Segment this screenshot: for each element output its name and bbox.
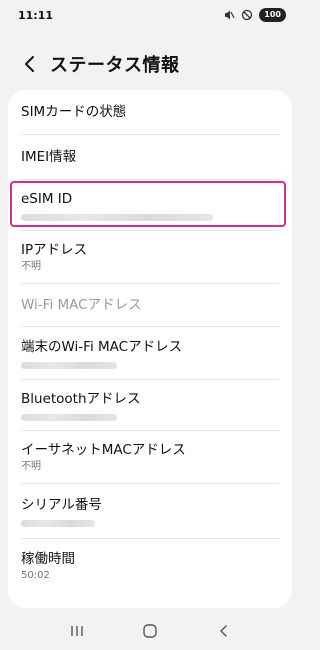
redacted-value xyxy=(21,213,213,221)
row-label: eSIM ID xyxy=(21,190,73,207)
row-label: シリアル番号 xyxy=(21,496,102,513)
row-value: 不明 xyxy=(21,461,41,472)
redacted-value xyxy=(21,413,117,421)
recent-apps-button[interactable] xyxy=(62,619,92,643)
list-item-ethernet-mac[interactable]: イーサネットMACアドレス 不明 xyxy=(8,431,292,483)
list-item-uptime[interactable]: 稼働時間 50:02 xyxy=(8,539,292,593)
back-button[interactable] xyxy=(16,50,44,78)
list-item-device-wifi-mac[interactable]: 端末のWi-Fi MACアドレス xyxy=(8,327,292,379)
row-label: 稼働時間 xyxy=(21,551,75,567)
redacted-value xyxy=(21,519,95,527)
row-label: SIMカードの状態 xyxy=(21,104,127,120)
row-label: IPアドレス xyxy=(21,242,88,258)
row-label: Wi-Fi MACアドレス xyxy=(21,297,142,313)
nav-back-button[interactable] xyxy=(208,619,238,643)
battery-icon: 100 xyxy=(259,8,286,22)
page-title: ステータス情報 xyxy=(50,55,180,76)
chevron-left-icon xyxy=(25,56,34,72)
list-item-ip-address[interactable]: IPアドレス 不明 xyxy=(8,231,292,283)
home-icon xyxy=(143,624,157,638)
header: ステータス情報 xyxy=(0,44,300,84)
mute-icon xyxy=(223,9,235,21)
list-item-bluetooth[interactable]: Bluetoothアドレス xyxy=(8,380,292,430)
back-icon xyxy=(220,625,228,637)
list-item-serial-number[interactable]: シリアル番号 xyxy=(8,484,292,538)
do-not-disturb-icon xyxy=(241,9,253,21)
list-item-wifi-mac: Wi-Fi MACアドレス xyxy=(8,284,292,326)
row-value: 50:02 xyxy=(21,570,50,581)
recent-apps-icon xyxy=(70,626,83,636)
redacted-value xyxy=(21,361,117,369)
row-label: 端末のWi-Fi MACアドレス xyxy=(21,338,183,355)
status-bar: 11:11 100 xyxy=(0,0,300,30)
home-button[interactable] xyxy=(135,619,165,643)
row-label: Bluetoothアドレス xyxy=(21,390,141,407)
row-label: イーサネットMACアドレス xyxy=(21,442,186,458)
status-time: 11:11 xyxy=(18,8,54,22)
row-label: IMEI情報 xyxy=(21,149,77,165)
list-item-sim-status[interactable]: SIMカードの状態 xyxy=(8,90,292,134)
list-item-imei[interactable]: IMEI情報 xyxy=(8,135,292,179)
status-info-list: SIMカードの状態 IMEI情報 eSIM ID IPアドレス 不明 Wi-Fi… xyxy=(8,90,292,608)
list-item-esim-id[interactable]: eSIM ID xyxy=(8,180,292,230)
nav-bar xyxy=(0,612,300,650)
status-icons: 100 xyxy=(223,8,286,22)
row-value: 不明 xyxy=(21,261,41,272)
